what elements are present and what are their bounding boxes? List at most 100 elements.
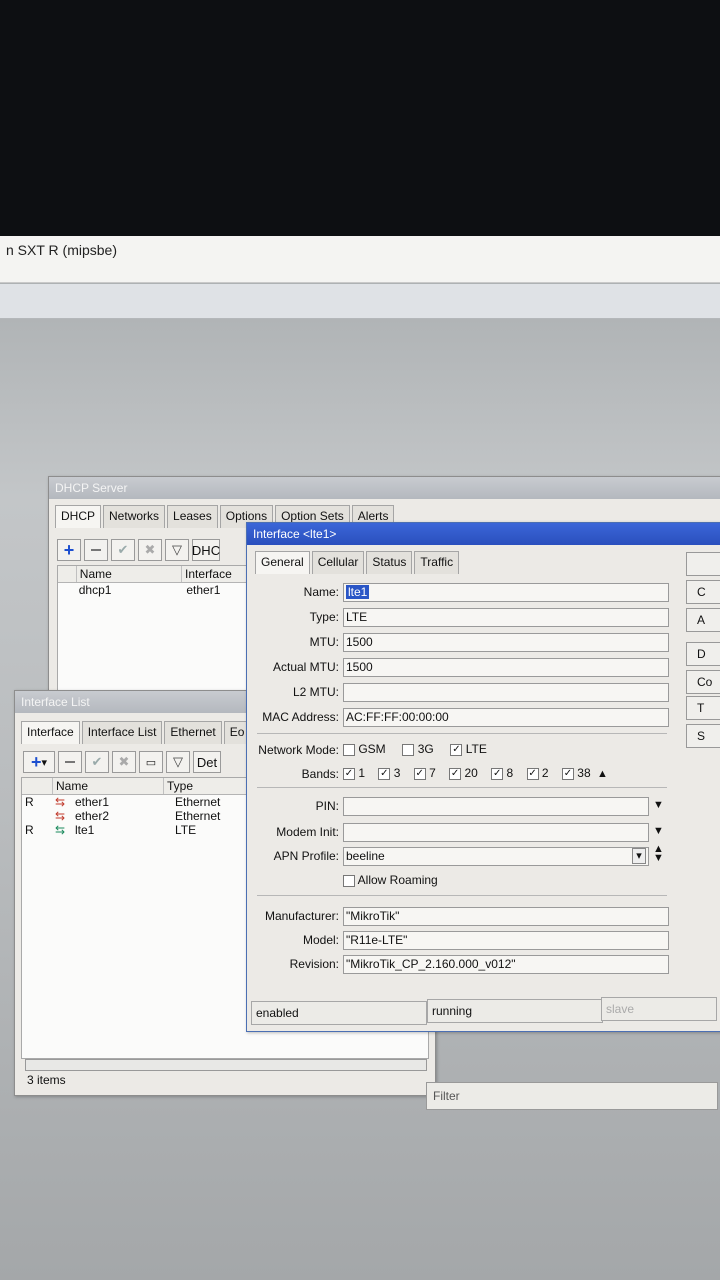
modem-init-label: Modem Init: xyxy=(276,825,339,839)
name-label: Name: xyxy=(303,585,339,599)
minus-icon xyxy=(65,761,75,763)
column-name[interactable]: Name xyxy=(77,566,183,582)
app-titlebar: n SXT R (mipsbe) xyxy=(0,236,720,283)
column-name[interactable]: Name xyxy=(53,778,164,794)
tab-traffic[interactable]: Traffic xyxy=(414,551,460,574)
ethernet-icon: ⇆ xyxy=(55,795,66,809)
band-checkbox[interactable]: ✓ 8 xyxy=(491,766,513,780)
select-arrow-icon[interactable]: ▾ xyxy=(632,848,646,864)
ethernet-icon: ⇆ xyxy=(55,809,66,823)
app-title: n SXT R (mipsbe) xyxy=(6,242,117,258)
l2mtu-label: L2 MTU: xyxy=(292,685,339,699)
status-slave: slave xyxy=(601,997,717,1021)
dhcp-config-button[interactable]: DHC xyxy=(192,539,220,561)
remove-button[interactable] xyxy=(84,539,108,561)
band-checkbox[interactable]: ✓ 7 xyxy=(413,766,436,780)
manufacturer-label: Manufacturer: xyxy=(264,909,339,923)
mtu-label: MTU: xyxy=(309,635,339,649)
actual-mtu-label: Actual MTU: xyxy=(272,660,339,674)
remove-button[interactable] xyxy=(58,751,82,773)
minus-icon xyxy=(91,549,101,551)
model-field: "R11e-LTE" xyxy=(343,931,669,950)
apn-profile-label: APN Profile: xyxy=(273,849,339,863)
model-label: Model: xyxy=(302,933,339,947)
interface-lte1-window: Interface <lte1> General Cellular Status… xyxy=(246,522,720,1032)
window-title: Interface <lte1> xyxy=(247,523,720,545)
check-icon: ✔ xyxy=(91,754,103,769)
torch-button[interactable]: T xyxy=(686,696,720,720)
apn-updown-icon[interactable]: ▲ ▼ xyxy=(653,844,664,864)
apply-button[interactable]: A xyxy=(686,608,720,632)
mtu-field[interactable]: 1500 xyxy=(343,633,669,652)
type-field: LTE xyxy=(343,608,669,627)
enable-button[interactable]: ✔ xyxy=(85,751,109,773)
tab-general[interactable]: General xyxy=(255,551,310,574)
comment-button[interactable]: ▭ xyxy=(139,751,163,773)
lte-checkbox[interactable]: ✓ LTE xyxy=(450,742,487,756)
bands-label: Bands: xyxy=(301,767,339,781)
mac-address-label: MAC Address: xyxy=(262,710,339,724)
cancel-button[interactable]: C xyxy=(686,580,720,604)
scroll-up-icon[interactable]: ▲ xyxy=(594,768,608,780)
ok-button[interactable] xyxy=(686,552,720,576)
add-dropdown-button[interactable]: + ▾ xyxy=(23,751,55,773)
tab-dhcp[interactable]: DHCP xyxy=(55,505,102,528)
tab-interface[interactable]: Interface xyxy=(21,721,80,744)
tab-status[interactable]: Status xyxy=(366,551,413,574)
band-checkbox[interactable]: ✓ 1 xyxy=(343,766,365,780)
tab-leases[interactable]: Leases xyxy=(167,505,218,528)
plus-icon: + xyxy=(30,751,42,772)
pin-dropdown-icon[interactable]: ▼ xyxy=(653,799,664,811)
filter-button[interactable]: ▽ xyxy=(165,539,189,561)
band-checkbox[interactable]: ✓ 2 xyxy=(526,766,549,780)
comment-button[interactable]: Co xyxy=(686,670,720,694)
plus-icon: + xyxy=(63,539,75,560)
manufacturer-field: "MikroTik" xyxy=(343,907,669,926)
modem-init-dropdown-icon[interactable]: ▼ xyxy=(653,825,664,837)
type-label: Type: xyxy=(309,610,339,624)
enable-button[interactable]: ✔ xyxy=(111,539,135,561)
column-type[interactable]: Type xyxy=(164,778,251,794)
filter-icon: ▽ xyxy=(172,542,182,557)
actual-mtu-field: 1500 xyxy=(343,658,669,677)
tab-interface-list[interactable]: Interface List xyxy=(81,721,163,744)
filter-button[interactable]: ▽ xyxy=(166,751,190,773)
horizontal-scrollbar[interactable] xyxy=(25,1059,427,1071)
lte-icon: ⇆ xyxy=(55,823,66,837)
allow-roaming-checkbox[interactable]: Allow Roaming xyxy=(343,873,438,887)
mac-address-field: AC:FF:FF:00:00:00 xyxy=(343,708,669,727)
network-mode-group: GSM 3G ✓ LTE xyxy=(343,742,487,756)
gsm-checkbox[interactable]: GSM xyxy=(343,742,386,756)
3g-checkbox[interactable]: 3G xyxy=(402,742,434,756)
disable-button[interactable]: D xyxy=(686,642,720,666)
tab-ethernet[interactable]: Ethernet xyxy=(164,721,222,744)
table-header: Name Interface xyxy=(58,566,248,583)
desktop-screen: n SXT R (mipsbe) DHCP Server DHCP Networ… xyxy=(0,236,720,1280)
apn-profile-select[interactable]: beeline ▾ xyxy=(343,847,649,866)
band-checkbox[interactable]: ✓ 38 xyxy=(561,766,591,780)
comment-icon: ▭ xyxy=(145,756,157,769)
disable-button[interactable]: ✖ xyxy=(112,751,136,773)
revision-field: "MikroTik_CP_2.160.000_v012" xyxy=(343,955,669,974)
detect-button[interactable]: Det xyxy=(193,751,221,773)
cross-icon: ✖ xyxy=(118,754,130,769)
column-interface[interactable]: Interface xyxy=(182,566,248,582)
filter-icon: ▽ xyxy=(173,754,183,769)
check-icon: ✔ xyxy=(117,542,129,557)
modem-init-field[interactable] xyxy=(343,823,649,842)
scan-button[interactable]: S xyxy=(686,724,720,748)
band-checkbox[interactable]: ✓ 3 xyxy=(378,766,400,780)
name-field[interactable]: lte1 xyxy=(343,583,669,602)
tab-cellular[interactable]: Cellular xyxy=(311,551,365,574)
add-button[interactable]: + xyxy=(57,539,81,561)
table-row[interactable]: dhcp1 ether1 xyxy=(58,583,248,597)
dhcp-table: Name Interface dhcp1 ether1 xyxy=(57,565,249,707)
app-toolbar xyxy=(0,284,720,319)
status-enabled: enabled xyxy=(251,1001,427,1025)
disable-button[interactable]: ✖ xyxy=(138,539,162,561)
window-title: DHCP Server xyxy=(49,477,720,499)
band-checkbox[interactable]: ✓ 20 xyxy=(449,766,478,780)
pin-field[interactable] xyxy=(343,797,649,816)
tab-networks[interactable]: Networks xyxy=(103,505,166,528)
network-mode-label: Network Mode: xyxy=(258,743,339,757)
